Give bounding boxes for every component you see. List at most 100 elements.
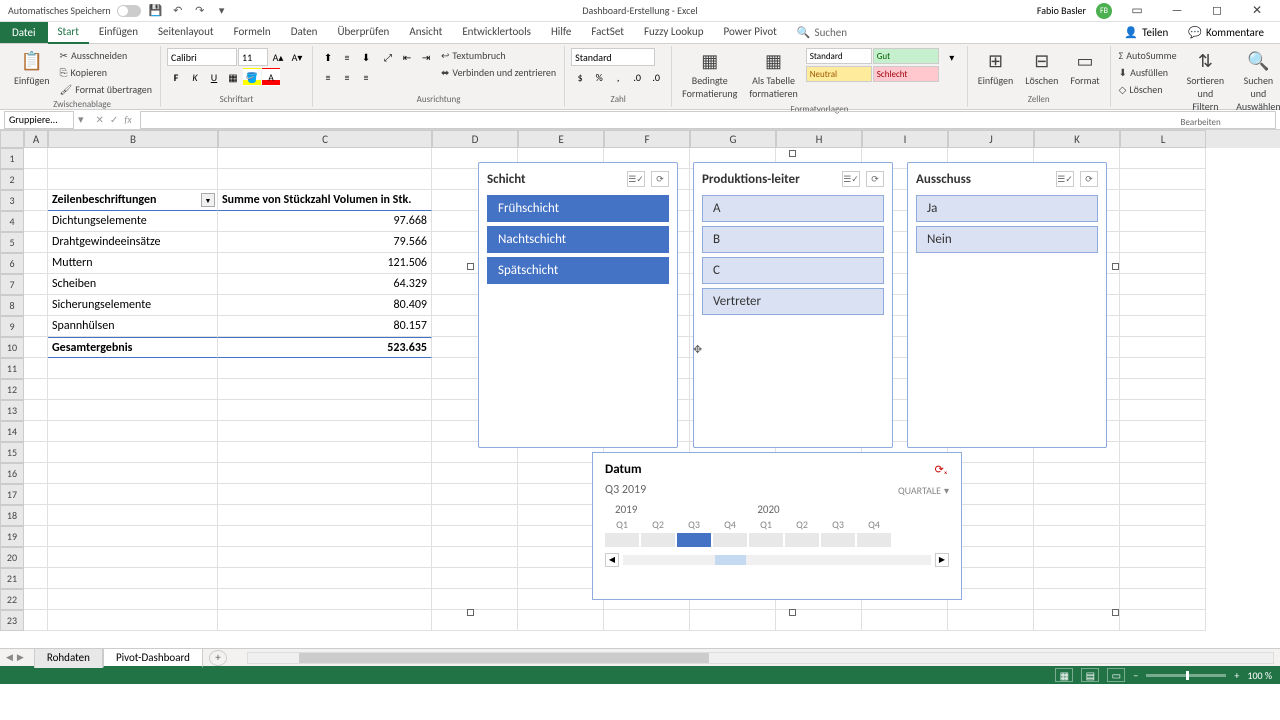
cell[interactable]	[218, 463, 432, 484]
cell[interactable]: 80.409	[218, 295, 432, 316]
cell[interactable]	[24, 232, 48, 253]
cell[interactable]	[24, 358, 48, 379]
cell[interactable]	[1120, 211, 1206, 232]
tab-daten[interactable]: Daten	[281, 21, 328, 42]
slicer-item[interactable]: Ja	[916, 195, 1098, 222]
tab-start[interactable]: Start	[48, 21, 89, 44]
style-neutral[interactable]: Neutral	[806, 66, 872, 82]
cell[interactable]	[1034, 526, 1120, 547]
cell[interactable]	[1120, 358, 1206, 379]
align-middle-icon[interactable]: ≡	[338, 48, 356, 66]
row-header[interactable]: 3	[0, 190, 24, 211]
horizontal-scrollbar[interactable]	[247, 652, 1274, 664]
cell[interactable]	[48, 610, 218, 631]
col-header[interactable]: H	[776, 130, 862, 148]
tab-power pivot[interactable]: Power Pivot	[713, 21, 786, 42]
cell[interactable]	[432, 589, 518, 610]
cell[interactable]	[24, 421, 48, 442]
col-header[interactable]: G	[690, 130, 776, 148]
autosum-button[interactable]: ΣAutoSumme	[1117, 48, 1179, 63]
timeline-bar[interactable]	[677, 533, 711, 547]
comma-icon[interactable]: ,	[609, 68, 627, 86]
font-name-select[interactable]	[167, 48, 237, 66]
col-header[interactable]: J	[948, 130, 1034, 148]
timeline-bar[interactable]	[713, 533, 747, 547]
cell[interactable]	[690, 610, 776, 631]
cell[interactable]	[862, 610, 948, 631]
cell[interactable]	[1120, 379, 1206, 400]
timeline-scroll-right-icon[interactable]: ▶	[935, 553, 949, 567]
slicer-ausschuss[interactable]: Ausschuss ☰✓ ⟳ JaNein	[907, 162, 1107, 448]
align-top-icon[interactable]: ⬆	[319, 48, 337, 66]
orientation-icon[interactable]: ⤢	[379, 48, 397, 66]
row-header[interactable]: 19	[0, 526, 24, 547]
cell[interactable]: Gesamtergebnis	[48, 337, 218, 358]
page-break-view-icon[interactable]: ▭	[1107, 668, 1125, 682]
cell[interactable]	[1120, 610, 1206, 631]
cell[interactable]	[218, 400, 432, 421]
style-standard[interactable]: Standard	[806, 48, 872, 64]
timeline-bar[interactable]	[821, 533, 855, 547]
row-header[interactable]: 6	[0, 253, 24, 274]
decrease-font-icon[interactable]: A▾	[288, 48, 306, 66]
clear-filter-icon[interactable]: ⟳	[651, 171, 669, 187]
row-header[interactable]: 15	[0, 442, 24, 463]
timeline-datum[interactable]: Datum ⟳ₓ Q3 2019 QUARTALE ▾ 20192020 Q1Q…	[592, 452, 962, 600]
cell[interactable]	[218, 169, 432, 190]
cell[interactable]	[1120, 505, 1206, 526]
cell[interactable]	[218, 547, 432, 568]
cell[interactable]	[48, 463, 218, 484]
cell[interactable]	[48, 400, 218, 421]
slicer-item[interactable]: Frühschicht	[487, 195, 669, 222]
name-box[interactable]: Gruppiere...	[4, 111, 74, 129]
cut-button[interactable]: ✂Ausschneiden	[58, 48, 154, 63]
col-header[interactable]: K	[1034, 130, 1120, 148]
cell[interactable]	[218, 505, 432, 526]
cell[interactable]	[48, 589, 218, 610]
cell[interactable]	[1120, 463, 1206, 484]
tab-einfügen[interactable]: Einfügen	[89, 21, 148, 42]
cell[interactable]	[1120, 547, 1206, 568]
row-header[interactable]: 9	[0, 316, 24, 337]
cell[interactable]	[1120, 316, 1206, 337]
cell[interactable]	[1120, 337, 1206, 358]
row-header[interactable]: 16	[0, 463, 24, 484]
col-header[interactable]: A	[24, 130, 48, 148]
row-header[interactable]: 21	[0, 568, 24, 589]
tab-factset[interactable]: FactSet	[581, 21, 634, 42]
style-schlecht[interactable]: Schlecht	[873, 66, 939, 82]
sort-filter-button[interactable]: ⇅Sortieren und Filtern	[1183, 48, 1229, 115]
col-header[interactable]: B	[48, 130, 218, 148]
row-header[interactable]: 1	[0, 148, 24, 169]
cell[interactable]	[518, 610, 604, 631]
cell[interactable]	[24, 253, 48, 274]
enter-formula-icon[interactable]: ✓	[110, 113, 118, 126]
cell[interactable]	[218, 610, 432, 631]
ribbon-display-icon[interactable]: ▭	[1122, 2, 1152, 20]
cell[interactable]	[218, 526, 432, 547]
user-avatar-icon[interactable]: FB	[1096, 3, 1112, 19]
row-header[interactable]: 23	[0, 610, 24, 631]
cell[interactable]	[218, 484, 432, 505]
cell[interactable]	[24, 169, 48, 190]
decrease-indent-icon[interactable]: ⇤	[398, 48, 416, 66]
user-name[interactable]: Fabio Basler	[1037, 4, 1086, 17]
slicer-item[interactable]: Vertreter	[702, 288, 884, 315]
cell[interactable]	[604, 610, 690, 631]
cell[interactable]: Spannhülsen	[48, 316, 218, 337]
wrap-text-button[interactable]: ↩Textumbruch	[439, 48, 558, 63]
cell[interactable]	[1034, 547, 1120, 568]
tab-formeln[interactable]: Formeln	[224, 21, 281, 42]
delete-cells-button[interactable]: ⊟Löschen	[1021, 48, 1062, 89]
pivot-filter-icon[interactable]: ▼	[201, 193, 215, 207]
slicer-item[interactable]: C	[702, 257, 884, 284]
zoom-in-button[interactable]: +	[1234, 669, 1239, 682]
bold-button[interactable]: F	[167, 68, 185, 86]
cell[interactable]	[432, 484, 518, 505]
cell[interactable]	[24, 295, 48, 316]
cell[interactable]	[24, 190, 48, 211]
cell[interactable]	[432, 610, 518, 631]
cell[interactable]	[432, 568, 518, 589]
autosave-toggle[interactable]: Automatisches Speichern	[8, 4, 141, 17]
cell[interactable]	[48, 526, 218, 547]
